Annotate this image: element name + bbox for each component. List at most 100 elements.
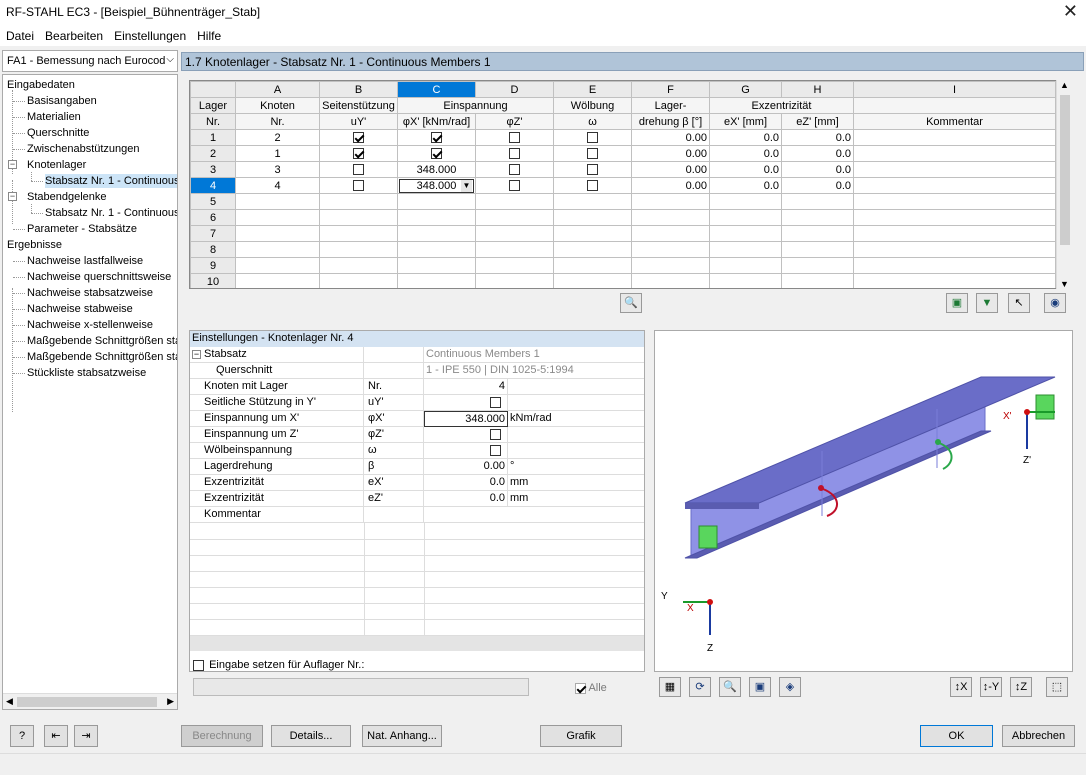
checkbox[interactable] <box>509 164 520 176</box>
tree-item-nachweise-lastfallweise[interactable]: Nachweise lastfallweise <box>27 254 143 268</box>
cell-ex[interactable]: 0.0 <box>709 161 782 178</box>
import-excel-button[interactable]: ▼ <box>976 293 998 313</box>
cell-phiz[interactable] <box>475 177 554 194</box>
export-button[interactable]: ⇥ <box>74 725 98 747</box>
cell-uy[interactable] <box>319 129 398 146</box>
support-number-input[interactable] <box>193 678 529 696</box>
reset-view-button[interactable]: ◈ <box>779 677 801 697</box>
view-x-button[interactable]: ↕X <box>950 677 972 697</box>
tree-item-parameter-stabsaetze[interactable]: Parameter - Stabsätze <box>27 222 137 236</box>
cell[interactable] <box>553 209 632 226</box>
cell[interactable] <box>781 257 854 274</box>
cell-ex[interactable]: 0.0 <box>709 177 782 194</box>
menu-bearbeiten[interactable]: Bearbeiten <box>39 26 108 43</box>
row-header[interactable]: 1 <box>190 129 236 146</box>
col-header-a[interactable]: A <box>235 81 320 98</box>
tree-item-nachweise-stabsatzweise[interactable]: Nachweise stabsatzweise <box>27 286 153 300</box>
cell-uy[interactable] <box>319 161 398 178</box>
checkbox[interactable] <box>353 148 364 160</box>
checkbox[interactable] <box>490 428 501 440</box>
cell[interactable] <box>853 273 1056 288</box>
cell-knoten[interactable]: 1 <box>235 145 320 162</box>
cell[interactable] <box>781 209 854 226</box>
tree-item-querschnitte[interactable]: Querschnitte <box>27 126 89 140</box>
col-header-g[interactable]: G <box>709 81 782 98</box>
vertical-scrollbar[interactable]: ▲ ▼ <box>1056 80 1072 289</box>
row-header[interactable]: 5 <box>190 193 236 210</box>
row-header[interactable]: 4 <box>190 177 236 194</box>
import-button[interactable]: ⇤ <box>44 725 68 747</box>
menu-hilfe[interactable]: Hilfe <box>191 26 226 43</box>
col-header-c[interactable]: C <box>397 81 476 98</box>
tree-item-stabendgelenke-stabsatz-1[interactable]: Stabsatz Nr. 1 - Continuous <box>45 206 177 220</box>
cell-ex[interactable]: 0.0 <box>709 145 782 162</box>
checkbox[interactable] <box>587 148 598 160</box>
cell[interactable] <box>397 209 476 226</box>
view-z-button[interactable]: ↕Z <box>1010 677 1032 697</box>
cell[interactable] <box>475 257 554 274</box>
tree-item-knotenlager-stabsatz-1[interactable]: Stabsatz Nr. 1 - Continuous <box>45 174 177 188</box>
menu-einstellungen[interactable]: Einstellungen <box>108 26 191 43</box>
collapse-icon[interactable]: − <box>8 160 17 169</box>
cell-phiz[interactable] <box>475 145 554 162</box>
cell[interactable] <box>781 241 854 258</box>
cell-beta[interactable]: 0.00 <box>631 145 710 162</box>
col-header-e[interactable]: E <box>553 81 632 98</box>
cell[interactable] <box>319 209 398 226</box>
cell[interactable] <box>235 209 320 226</box>
cell[interactable] <box>553 193 632 210</box>
tree-item-basisangaben[interactable]: Basisangaben <box>27 94 97 108</box>
checkbox[interactable] <box>587 164 598 176</box>
cell[interactable] <box>475 225 554 242</box>
menu-datei[interactable]: Datei <box>0 26 39 43</box>
tree-item-massgebende-schnittgroessen-2[interactable]: Maßgebende Schnittgrößen sta <box>27 350 177 364</box>
cell-beta[interactable]: 0.00 <box>631 129 710 146</box>
cell-beta[interactable]: 0.00 <box>631 161 710 178</box>
cell[interactable] <box>631 273 710 288</box>
cell[interactable] <box>397 193 476 210</box>
checkbox[interactable] <box>490 444 501 456</box>
cell[interactable] <box>853 225 1056 242</box>
cell[interactable] <box>781 225 854 242</box>
cell-omega[interactable] <box>553 161 632 178</box>
cell[interactable] <box>781 193 854 210</box>
fit-view-button[interactable]: ▣ <box>749 677 771 697</box>
cell-phix[interactable] <box>397 129 476 146</box>
tree-item-materialien[interactable]: Materialien <box>27 110 81 124</box>
row-header[interactable]: 7 <box>190 225 236 242</box>
cell[interactable] <box>631 209 710 226</box>
checkbox[interactable] <box>353 180 364 192</box>
cell[interactable] <box>631 225 710 242</box>
help-button[interactable]: ? <box>10 725 34 747</box>
collapse-icon[interactable]: − <box>8 192 17 201</box>
settings-value[interactable]: 348.000 <box>424 411 508 427</box>
view-neg-y-button[interactable]: ↕-Y <box>980 677 1002 697</box>
cell[interactable] <box>397 241 476 258</box>
cell[interactable] <box>709 241 782 258</box>
cell[interactable] <box>709 193 782 210</box>
cell-ez[interactable]: 0.0 <box>781 177 854 194</box>
cell-beta[interactable]: 0.00 <box>631 177 710 194</box>
settings-value[interactable] <box>424 443 508 459</box>
cell[interactable] <box>631 257 710 274</box>
tree-item-stabendgelenke[interactable]: Stabendgelenke <box>27 190 107 204</box>
cell[interactable] <box>631 241 710 258</box>
cell[interactable] <box>235 257 320 274</box>
row-header[interactable]: 3 <box>190 161 236 178</box>
cell[interactable] <box>853 209 1056 226</box>
cell[interactable] <box>319 225 398 242</box>
arrow-left-icon[interactable]: ◀ <box>6 696 13 707</box>
row-header[interactable]: 6 <box>190 209 236 226</box>
tree-root-ergebnisse[interactable]: Ergebnisse <box>7 238 62 252</box>
col-header-i[interactable]: I <box>853 81 1056 98</box>
display-options-button[interactable]: ▦ <box>659 677 681 697</box>
settings-value[interactable] <box>424 507 644 523</box>
cell[interactable] <box>319 273 398 288</box>
cell[interactable] <box>853 193 1056 210</box>
cell[interactable] <box>475 193 554 210</box>
row-header[interactable]: 9 <box>190 257 236 274</box>
cell-ex[interactable]: 0.0 <box>709 129 782 146</box>
tree-item-nachweise-stabweise[interactable]: Nachweise stabweise <box>27 302 133 316</box>
checkbox[interactable] <box>353 132 364 144</box>
cell-omega[interactable] <box>553 177 632 194</box>
